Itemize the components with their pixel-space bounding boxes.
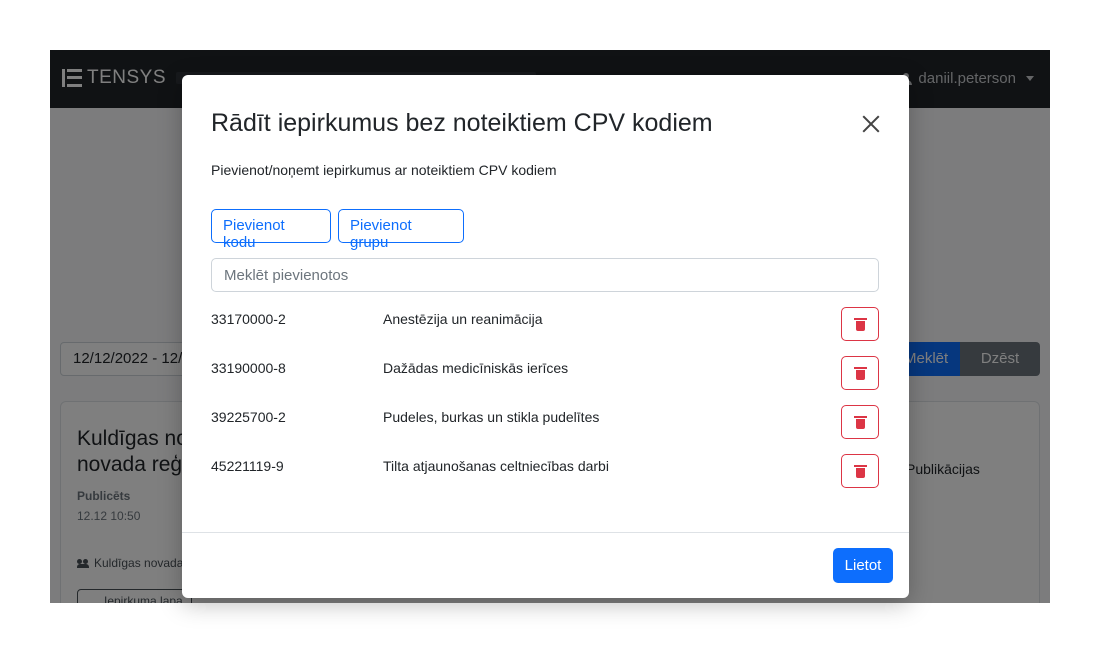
modal-title: Rādīt iepirkumus bez noteiktiem CPV kodi…: [211, 109, 713, 137]
code-row: 45221119-9 Tilta atjaunošanas celtniecīb…: [211, 454, 879, 490]
code-row: 33190000-8 Dažādas medicīniskās ierīces: [211, 356, 879, 392]
code-row: 33170000-2 Anestēzija un reanimācija: [211, 307, 879, 343]
trash-icon: [854, 416, 867, 429]
modal-subtitle: Pievienot/noņemt iepirkumus ar noteiktie…: [211, 162, 557, 178]
cpv-filter-modal: Rādīt iepirkumus bez noteiktiem CPV kodi…: [182, 75, 909, 598]
delete-button[interactable]: [841, 307, 879, 341]
add-code-button[interactable]: Pievienot kodu: [211, 209, 331, 251]
apply-button[interactable]: Lietot: [833, 548, 893, 583]
cpv-code: 45221119-9: [211, 458, 284, 474]
cpv-code: 33170000-2: [211, 311, 286, 327]
code-row: 39225700-2 Pudeles, burkas un stikla pud…: [211, 405, 879, 441]
cpv-description: Anestēzija un reanimācija: [383, 311, 543, 327]
cpv-description: Dažādas medicīniskās ierīces: [383, 360, 569, 376]
cpv-description: Tilta atjaunošanas celtniecības darbi: [383, 458, 609, 474]
cpv-code: 39225700-2: [211, 409, 286, 425]
cpv-code: 33190000-8: [211, 360, 286, 376]
close-icon[interactable]: [858, 111, 884, 137]
add-group-button[interactable]: Pievienot grupu: [338, 209, 464, 251]
cpv-description: Pudeles, burkas un stikla pudelītes: [383, 409, 600, 425]
modal-footer-divider: [182, 532, 909, 533]
delete-button[interactable]: [841, 405, 879, 439]
trash-icon: [854, 465, 867, 478]
delete-button[interactable]: [841, 454, 879, 488]
search-added-input[interactable]: [211, 258, 879, 292]
trash-icon: [854, 318, 867, 331]
trash-icon: [854, 367, 867, 380]
delete-button[interactable]: [841, 356, 879, 390]
